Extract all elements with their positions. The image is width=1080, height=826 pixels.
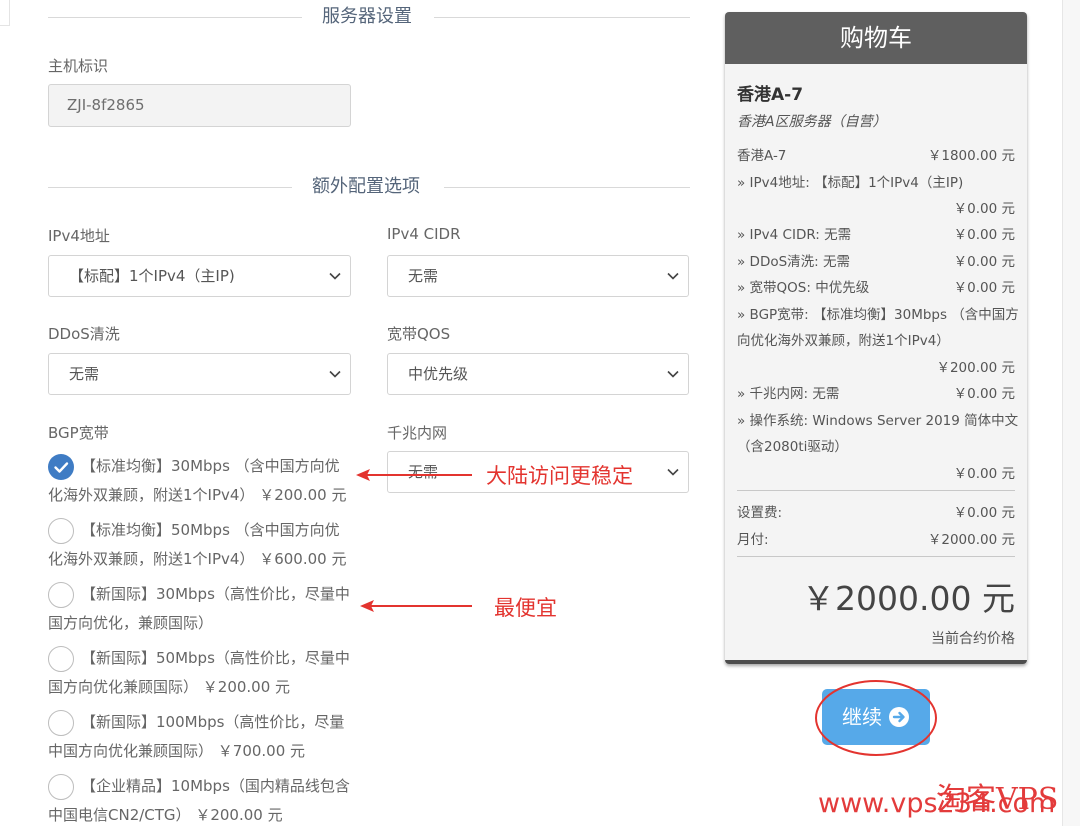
cart-total-caption: 当前合约价格	[931, 631, 1015, 647]
check-icon	[54, 462, 69, 473]
chevron-down-icon	[667, 370, 679, 378]
qos-select[interactable]: 中优先级	[387, 353, 689, 395]
cart-divider	[737, 490, 1015, 491]
bgp-option-line: 【标准均衡】50Mbps （含中国方向优	[81, 521, 340, 539]
cart-divider	[737, 556, 1015, 557]
qos-select-value: 中优先级	[408, 365, 469, 383]
cart-product-name: 香港A-7	[737, 85, 804, 105]
cart-monthly-price: ￥2000.00 元	[927, 532, 1015, 548]
radio[interactable]	[48, 774, 74, 800]
bgp-option-line: 国方向优化，兼顾国际）	[48, 614, 214, 632]
cart-bgp-label: » BGP宽带: 【标准均衡】30Mbps （含中国方	[737, 307, 1019, 323]
radio[interactable]	[48, 582, 74, 608]
ipv4-cidr-select-value: 无需	[408, 267, 439, 285]
bgp-option-line: 中国方向优化兼顾国际） ￥700.00 元	[48, 742, 306, 760]
bgp-option-line: 化海外双兼顾，附送1个IPv4） ￥200.00 元	[48, 486, 347, 504]
left-edge-divider	[0, 0, 10, 26]
bgp-option-line: 化海外双兼顾，附送1个IPv4） ￥600.00 元	[48, 550, 347, 568]
annotation-stable-text: 大陆访问更稳定	[486, 464, 633, 488]
bgp-option-line: 【新国际】100Mbps（高性价比，尽量	[81, 713, 345, 731]
radio-checked[interactable]	[48, 454, 74, 480]
ipv4-select[interactable]: 【标配】1个IPv4（主IP)	[48, 255, 351, 297]
cart-bgp-price: ￥200.00 元	[936, 360, 1015, 376]
chevron-down-icon	[329, 272, 341, 280]
hostname-label: 主机标识	[48, 57, 109, 75]
cart-body: 香港A-7 香港A区服务器（自营） 香港A-7 ￥1800.00 元 » IPv…	[725, 64, 1027, 664]
ddos-select[interactable]: 无需	[48, 353, 351, 395]
shopping-cart: 购物车 香港A-7 香港A区服务器（自营） 香港A-7 ￥1800.00 元 »…	[725, 12, 1027, 664]
bgp-option-line: 中国电信CN2/CTG） ￥200.00 元	[48, 806, 283, 824]
radio[interactable]	[48, 710, 74, 736]
extra-config-title: 额外配置选项	[312, 176, 420, 197]
annotation-circle	[815, 680, 937, 756]
cart-qos-label: » 宽带QOS: 中优先级	[737, 280, 870, 296]
radio[interactable]	[48, 518, 74, 544]
cart-lan-label: » 千兆内网: 无需	[737, 386, 840, 402]
cart-product-group: 香港A区服务器（自营）	[737, 114, 887, 130]
cart-ddos-label: » DDoS清洗: 无需	[737, 254, 851, 270]
bgp-option-line: 国方向优化兼顾国际） ￥200.00 元	[48, 678, 291, 696]
cart-setup-label: 设置费:	[737, 505, 783, 521]
cart-title: 购物车	[725, 12, 1027, 64]
cart-base-price: ￥1800.00 元	[927, 148, 1015, 164]
ddos-select-value: 无需	[69, 365, 100, 383]
bgp-option-line: 【新国际】50Mbps（高性价比，尽量中	[81, 649, 350, 667]
radio[interactable]	[48, 646, 74, 672]
ipv4-cidr-select[interactable]: 无需	[387, 255, 689, 297]
cart-ddos-price: ￥0.00 元	[953, 254, 1015, 270]
cart-total-price: ￥2000.00 元	[802, 579, 1015, 618]
server-settings-heading: 服务器设置	[48, 2, 690, 32]
cart-cidr-label: » IPv4 CIDR: 无需	[737, 227, 852, 243]
cart-qos-price: ￥0.00 元	[953, 280, 1015, 296]
cart-os-label: » 操作系统: Windows Server 2019 简体中文	[737, 413, 1019, 429]
annotation-cheapest-text: 最便宜	[494, 596, 557, 620]
watermark-url: www.vps234.com	[818, 788, 1056, 819]
cart-os-label-cont: （含2080ti驱动）	[737, 439, 848, 455]
bgp-option-line: 【企业精品】10Mbps（国内精品线包含	[81, 777, 350, 795]
ipv4-select-value: 【标配】1个IPv4（主IP)	[69, 267, 235, 285]
bgp-option-line: 【标准均衡】30Mbps （含中国方向优	[81, 457, 340, 475]
ddos-label: DDoS清洗	[48, 325, 120, 343]
chevron-down-icon	[667, 272, 679, 280]
ipv4-cidr-label: IPv4 CIDR	[387, 225, 461, 243]
bgp-option-line: 【新国际】30Mbps（高性价比，尽量中	[81, 585, 350, 603]
cart-bgp-label-cont: 向优化海外双兼顾，附送1个IPv4）	[737, 333, 950, 349]
cart-lan-price: ￥0.00 元	[953, 386, 1015, 402]
cart-base-label: 香港A-7	[737, 148, 787, 164]
chevron-down-icon	[329, 370, 341, 378]
gigabit-lan-label: 千兆内网	[387, 424, 448, 442]
qos-label: 宽带QOS	[387, 325, 451, 343]
cart-cidr-price: ￥0.00 元	[953, 227, 1015, 243]
cart-ipv4-price: ￥0.00 元	[953, 201, 1015, 217]
annotation-arrow-cheapest	[360, 600, 472, 612]
cart-setup-price: ￥0.00 元	[953, 505, 1015, 521]
ipv4-label: IPv4地址	[48, 227, 110, 245]
bgp-label: BGP宽带	[48, 424, 109, 442]
page-scroll-edge	[1062, 0, 1080, 826]
annotation-arrow-stable	[356, 469, 472, 481]
server-settings-title: 服务器设置	[322, 6, 412, 27]
cart-monthly-label: 月付:	[737, 532, 769, 548]
cart-os-price: ￥0.00 元	[953, 466, 1015, 482]
cart-ipv4-label: » IPv4地址: 【标配】1个IPv4（主IP)	[737, 175, 964, 191]
chevron-down-icon	[667, 468, 679, 476]
extra-config-heading: 额外配置选项	[48, 172, 690, 202]
hostname-input[interactable]: ZJI-8f2865	[48, 84, 351, 127]
